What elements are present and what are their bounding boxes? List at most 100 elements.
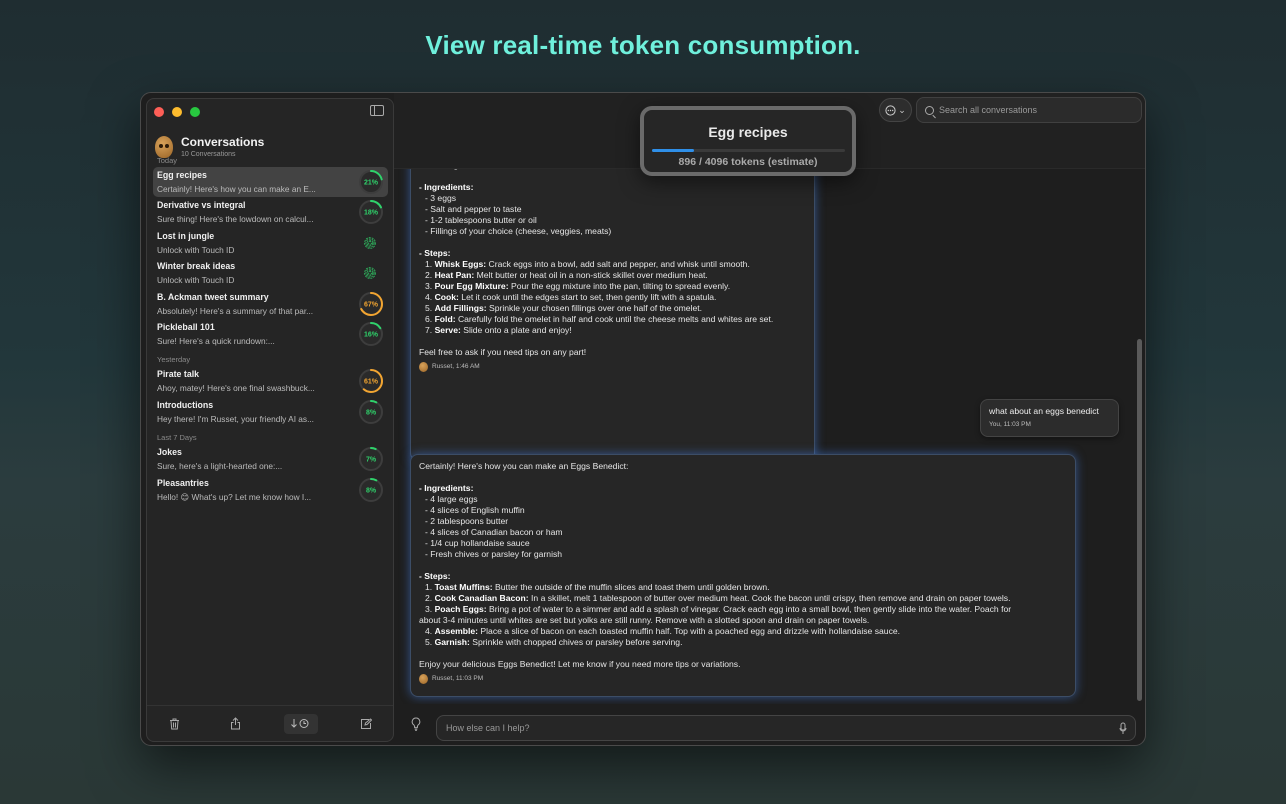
chat-transcript[interactable]: Sure thing! Here's how to make a classic… bbox=[394, 169, 1134, 704]
message-line: 5. Add Fillings: Sprinkle your chosen fi… bbox=[425, 303, 703, 313]
token-ring: 16% bbox=[359, 322, 383, 346]
conversations-header: Conversations 10 Conversations bbox=[155, 135, 264, 158]
message-line: - 4 slices of English muffin bbox=[425, 505, 525, 515]
conversation-item[interactable]: Egg recipes Certainly! Here's how you can… bbox=[153, 167, 388, 197]
more-options-button[interactable]: ⌄ bbox=[879, 98, 912, 122]
conversation-title: Winter break ideas bbox=[157, 261, 236, 272]
message-line: Certainly! Here's how you can make an Eg… bbox=[419, 461, 629, 471]
conversation-title: Introductions bbox=[157, 399, 214, 410]
touch-id-icon bbox=[364, 267, 376, 280]
message-body: Sure thing! Here's how to make a classic… bbox=[419, 169, 806, 358]
conversation-preview: Sure, here's a light-hearted one:... bbox=[157, 461, 283, 472]
conversation-preview: Unlock with Touch ID bbox=[157, 244, 235, 255]
token-ring-percent: 8% bbox=[366, 409, 377, 416]
message-line: - Steps: bbox=[419, 248, 451, 258]
token-ring: 21% bbox=[359, 170, 383, 194]
token-ring: 8% bbox=[359, 399, 383, 424]
message-line: - Fresh chives or parsley for garnish bbox=[425, 549, 563, 559]
conversations-count: 10 Conversations bbox=[181, 151, 236, 158]
conversation-title: Jokes bbox=[157, 447, 182, 458]
message-line: 6. Fold: Carefully fold the omelet in ha… bbox=[425, 314, 774, 324]
token-ring-percent: 7% bbox=[366, 457, 377, 464]
message-line: - Ingredients: bbox=[419, 483, 474, 493]
conversation-preview: Sure thing! Here's the lowdown on calcul… bbox=[157, 214, 314, 225]
message-line: 4. Cook: Let it cook until the edges sta… bbox=[425, 292, 717, 302]
conversation-preview: Certainly! Here's how you can make an E.… bbox=[157, 184, 316, 194]
message-meta: Russet, 11:03 PM bbox=[419, 673, 1067, 684]
group-label: Today bbox=[157, 156, 178, 165]
conversation-preview: Absolutely! Here's a summary of that par… bbox=[157, 305, 314, 316]
message-line: - Salt and pepper to taste bbox=[425, 204, 522, 214]
conversation-item[interactable]: Introductions Hey there! I'm Russet, your… bbox=[153, 397, 388, 427]
message-line: 2. Heat Pan: Melt butter or heat oil in … bbox=[425, 270, 708, 280]
russet-avatar-icon bbox=[419, 361, 428, 372]
token-ring-percent: 18% bbox=[364, 210, 379, 217]
conversation-preview: Hello! 😊 What's up? Let me know how I... bbox=[157, 491, 312, 502]
conversation-title: Pickleball 101 bbox=[157, 322, 215, 332]
minimize-window-button[interactable] bbox=[172, 107, 182, 117]
conversation-title: Pirate talk bbox=[157, 369, 200, 380]
conversation-title: B. Ackman tweet summary bbox=[157, 291, 269, 302]
token-progress-bar bbox=[652, 149, 845, 152]
conversation-item[interactable]: Winter break ideas Unlock with Touch ID bbox=[153, 258, 388, 288]
main-panel: ⌄ Egg recipes 896 / 4096 tokens (estimat… bbox=[394, 93, 1145, 745]
message-line: Feel free to ask if you need tips on any… bbox=[419, 347, 587, 357]
message-input-box[interactable] bbox=[436, 715, 1136, 741]
message-timestamp: Russet, 1:46 AM bbox=[432, 363, 480, 370]
close-window-button[interactable] bbox=[154, 107, 164, 117]
conversation-preview: Hey there! I'm Russet, your friendly AI … bbox=[157, 413, 314, 424]
touch-id-icon bbox=[364, 236, 376, 249]
message-line: 7. Serve: Slide onto a plate and enjoy! bbox=[425, 325, 572, 335]
message-meta: Russet, 1:46 AM bbox=[419, 361, 806, 372]
composer bbox=[394, 707, 1145, 745]
russet-avatar-icon bbox=[419, 673, 428, 684]
user-message-timestamp: You, 11:03 PM bbox=[989, 421, 1031, 428]
conversation-preview: Unlock with Touch ID bbox=[157, 275, 235, 286]
conversation-item[interactable]: Pleasantries Hello! 😊 What's up? Let me k… bbox=[153, 475, 388, 505]
user-message: what about an eggs benedict You, 11:03 P… bbox=[980, 399, 1119, 437]
conversation-title: Egg recipes bbox=[157, 170, 207, 180]
message-line: - Fillings of your choice (cheese, veggi… bbox=[425, 226, 612, 236]
conversation-item[interactable]: B. Ackman tweet summary Absolutely! Here'… bbox=[153, 289, 388, 319]
search-icon bbox=[925, 106, 934, 115]
search-input[interactable] bbox=[939, 98, 1137, 122]
sort-history-icon[interactable] bbox=[283, 713, 318, 734]
chevron-down-icon: ⌄ bbox=[898, 104, 906, 115]
chat-scrollbar[interactable] bbox=[1137, 339, 1142, 701]
token-ring: 67% bbox=[359, 291, 383, 316]
message-input[interactable] bbox=[446, 716, 1106, 740]
search-field[interactable] bbox=[916, 97, 1142, 123]
sidebar-footer bbox=[147, 705, 393, 741]
conversation-item[interactable]: Pickleball 101 Sure! Here's a quick rundo… bbox=[153, 319, 388, 349]
message-line: 3. Pour Egg Mixture: Pour the egg mixtur… bbox=[425, 281, 731, 291]
token-ring-percent: 67% bbox=[364, 301, 379, 308]
message-line: Enjoy your delicious Eggs Benedict! Let … bbox=[419, 659, 741, 669]
token-card-title: Egg recipes bbox=[708, 124, 788, 140]
zoom-window-button[interactable] bbox=[190, 107, 200, 117]
message-body: Certainly! Here's how you can make an Eg… bbox=[419, 461, 1067, 670]
message-line: 1. Toast Muffins: Butter the outside of … bbox=[425, 582, 770, 592]
message-line: - Ingredients: bbox=[419, 182, 474, 192]
message-line: - 2 tablespoons butter bbox=[425, 516, 509, 526]
sidebar-toggle-icon[interactable] bbox=[370, 105, 384, 116]
trash-icon[interactable] bbox=[161, 714, 187, 734]
sidebar: Conversations 10 Conversations Today Egg … bbox=[146, 98, 394, 742]
token-usage-card: Egg recipes 896 / 4096 tokens (estimate) bbox=[640, 106, 856, 176]
conversation-item[interactable]: Jokes Sure, here's a light-hearted one:..… bbox=[153, 444, 388, 474]
token-ring: 8% bbox=[359, 477, 383, 502]
conversation-item[interactable]: Lost in jungle Unlock with Touch ID bbox=[153, 228, 388, 258]
message-line: - 4 large eggs bbox=[425, 494, 478, 504]
microphone-icon[interactable] bbox=[1119, 722, 1127, 735]
token-ring: 18% bbox=[359, 200, 383, 225]
share-icon[interactable] bbox=[222, 714, 248, 734]
assistant-message-omelet: Sure thing! Here's how to make a classic… bbox=[410, 169, 815, 461]
compose-icon[interactable] bbox=[353, 714, 379, 734]
message-line: - 4 slices of Canadian bacon or ham bbox=[425, 527, 563, 537]
lightbulb-icon[interactable] bbox=[411, 717, 421, 731]
ellipsis-circle-icon bbox=[885, 104, 896, 116]
conversation-item[interactable]: Derivative vs integral Sure thing! Here's… bbox=[153, 197, 388, 227]
token-ring-percent: 8% bbox=[366, 487, 377, 494]
conversation-item[interactable]: Pirate talk Ahoy, matey! Here's one final… bbox=[153, 366, 388, 396]
conversations-title: Conversations bbox=[181, 135, 265, 149]
message-timestamp: Russet, 11:03 PM bbox=[432, 675, 484, 682]
